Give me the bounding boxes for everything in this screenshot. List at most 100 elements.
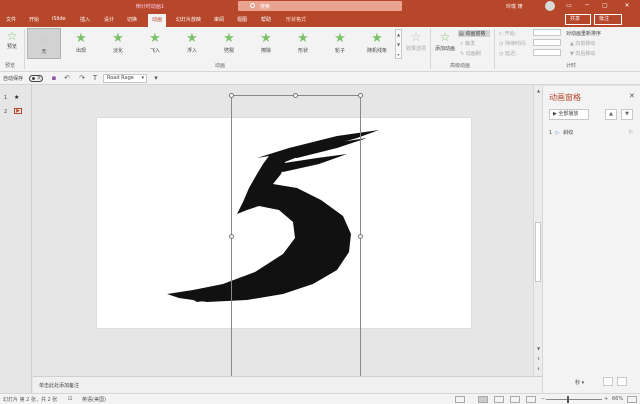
scroll-right-icon[interactable]: [617, 377, 627, 386]
star-icon: ★: [149, 31, 161, 46]
zoom-slider[interactable]: [546, 399, 602, 400]
animation-list-item[interactable]: 1 ▷ 斜纹 ▷: [549, 129, 635, 137]
anim-wheel[interactable]: ★ 轮子: [323, 28, 357, 59]
tab-animations[interactable]: 动画: [148, 14, 167, 27]
delay-input[interactable]: [533, 49, 561, 56]
chevron-down-icon: ▾: [141, 75, 144, 81]
preview-label: 预览: [6, 44, 17, 50]
tab-islide[interactable]: iSlide: [52, 16, 66, 22]
animation-pane-button[interactable]: ▤ 动画窗格: [458, 30, 490, 37]
gallery-scroll[interactable]: ▲ ▼ ▾: [395, 29, 402, 59]
star-icon: ★: [112, 31, 124, 46]
preview-button[interactable]: ☆ 预览: [3, 29, 21, 50]
more-icon[interactable]: ▾: [396, 50, 401, 60]
tab-view[interactable]: 视图: [237, 16, 247, 23]
duration-input[interactable]: [533, 39, 561, 46]
format-icon[interactable]: T: [91, 74, 99, 82]
notes-view-icon[interactable]: [455, 396, 465, 403]
trigger-button[interactable]: ⚡ 触发: [460, 40, 475, 47]
slide-number: 1: [4, 95, 8, 101]
zoom-in-icon[interactable]: +: [604, 396, 608, 402]
pane-title: 动画窗格: [549, 93, 581, 102]
add-animation-icon: ☆: [439, 30, 451, 44]
zoom-out-icon[interactable]: −: [541, 396, 545, 402]
anim-wipe[interactable]: ★ 擦除: [249, 28, 283, 59]
scroll-thumb[interactable]: [535, 222, 541, 282]
undo-icon[interactable]: ↶: [63, 74, 71, 82]
slide-thumb-play-icon[interactable]: ▶: [14, 108, 22, 114]
customize-qat-icon[interactable]: ▾: [152, 74, 160, 82]
anim-none[interactable]: ☆ 无: [27, 28, 61, 59]
tab-shape-format[interactable]: 形状格式: [286, 16, 306, 23]
tab-design[interactable]: 设计: [104, 16, 114, 23]
comment-button[interactable]: 批注: [594, 14, 622, 25]
divider: [24, 29, 25, 69]
close-icon[interactable]: ✕: [629, 92, 635, 100]
move-down-button[interactable]: ▼: [621, 109, 633, 120]
chevron-up-icon[interactable]: ▲: [396, 30, 401, 40]
tab-file[interactable]: 文件: [6, 16, 16, 23]
anim-split[interactable]: ★ 劈裂: [212, 28, 246, 59]
vertical-scrollbar[interactable]: ▲ ▼ ⇞ ⇟: [533, 86, 542, 376]
close-button[interactable]: ✕: [620, 1, 634, 11]
share-button[interactable]: 共享: [565, 14, 591, 25]
notes-pane[interactable]: 单击此处添加备注: [33, 376, 542, 393]
resize-handle[interactable]: [358, 234, 363, 239]
resize-handle[interactable]: [293, 93, 298, 98]
resize-handle[interactable]: [229, 93, 234, 98]
tab-insert[interactable]: 插入: [80, 16, 90, 23]
anim-shape[interactable]: ★ 形状: [286, 28, 320, 59]
number-five-shape[interactable]: [97, 118, 471, 328]
resize-handle[interactable]: [229, 234, 234, 239]
play-all-button[interactable]: ▶ 全部播放: [549, 109, 589, 120]
add-animation-button[interactable]: ☆ 添加动画: [433, 29, 457, 52]
avatar[interactable]: [545, 1, 555, 11]
move-earlier-button[interactable]: ▲ 向前移动: [570, 40, 595, 47]
tab-slideshow[interactable]: 幻灯片放映: [176, 16, 201, 23]
anim-appear[interactable]: ★ 出现: [64, 28, 98, 59]
effect-options-button[interactable]: ☆ 效果选项: [405, 29, 427, 52]
anim-float-in[interactable]: ★ 浮入: [175, 28, 209, 59]
chevron-down-icon[interactable]: ▼: [396, 40, 401, 50]
language[interactable]: 英语(美国): [82, 396, 106, 403]
move-later-button[interactable]: ▼ 向后移动: [570, 50, 595, 57]
slide-thumbnails: 1 ★ 2 ▶: [0, 85, 32, 393]
accessibility-icon[interactable]: ⊡: [68, 396, 72, 402]
seconds-dropdown[interactable]: 秒 ▾: [575, 379, 584, 386]
redo-icon[interactable]: ↷: [78, 74, 86, 82]
slide[interactable]: [97, 118, 471, 328]
autosave-toggle-state: 关: [37, 75, 41, 80]
reading-view-icon[interactable]: [510, 396, 520, 403]
zoom-slider-knob[interactable]: [567, 396, 569, 403]
item-dropdown-icon[interactable]: ▷: [629, 129, 633, 135]
tab-transitions[interactable]: 切换: [127, 16, 137, 23]
animation-painter-button[interactable]: ✎ 动画刷: [460, 50, 481, 57]
fit-slide-icon[interactable]: [627, 396, 637, 403]
tab-help[interactable]: 帮助: [261, 16, 271, 23]
minimize-button[interactable]: ─: [580, 1, 594, 11]
anim-fly-in[interactable]: ★ 飞入: [138, 28, 172, 59]
save-icon[interactable]: ▪: [50, 74, 58, 82]
quick-access-toolbar: 自动保存 关 ▪ ↶ ↷ T Road Rage ▾ ▾: [0, 72, 640, 85]
resize-handle[interactable]: [358, 93, 363, 98]
start-dropdown[interactable]: [533, 29, 561, 36]
normal-view-icon[interactable]: [478, 396, 488, 403]
slide-sorter-icon[interactable]: [494, 396, 504, 403]
preview-star-icon: ☆: [6, 29, 18, 43]
play-icon: ▷: [555, 130, 560, 136]
tab-home[interactable]: 开始: [29, 16, 39, 23]
zoom-level[interactable]: 66%: [612, 396, 623, 402]
user-name[interactable]: 玲珑 燎: [506, 3, 523, 10]
font-selector[interactable]: Road Rage ▾: [103, 74, 147, 83]
slideshow-icon[interactable]: [526, 396, 536, 403]
restore-button[interactable]: ▢: [598, 1, 612, 11]
anim-fade[interactable]: ★ 淡化: [101, 28, 135, 59]
move-up-button[interactable]: ▲: [605, 109, 617, 120]
star-icon: ★: [260, 31, 272, 46]
ribbon-display-options-icon[interactable]: ▭: [562, 1, 576, 11]
anim-random-bars[interactable]: ★ 随机线条: [360, 28, 394, 59]
scroll-left-icon[interactable]: [603, 377, 613, 386]
slide-thumb-star-icon[interactable]: ★: [14, 95, 22, 101]
search-box[interactable]: 搜索: [238, 1, 402, 11]
tab-review[interactable]: 审阅: [214, 16, 224, 23]
